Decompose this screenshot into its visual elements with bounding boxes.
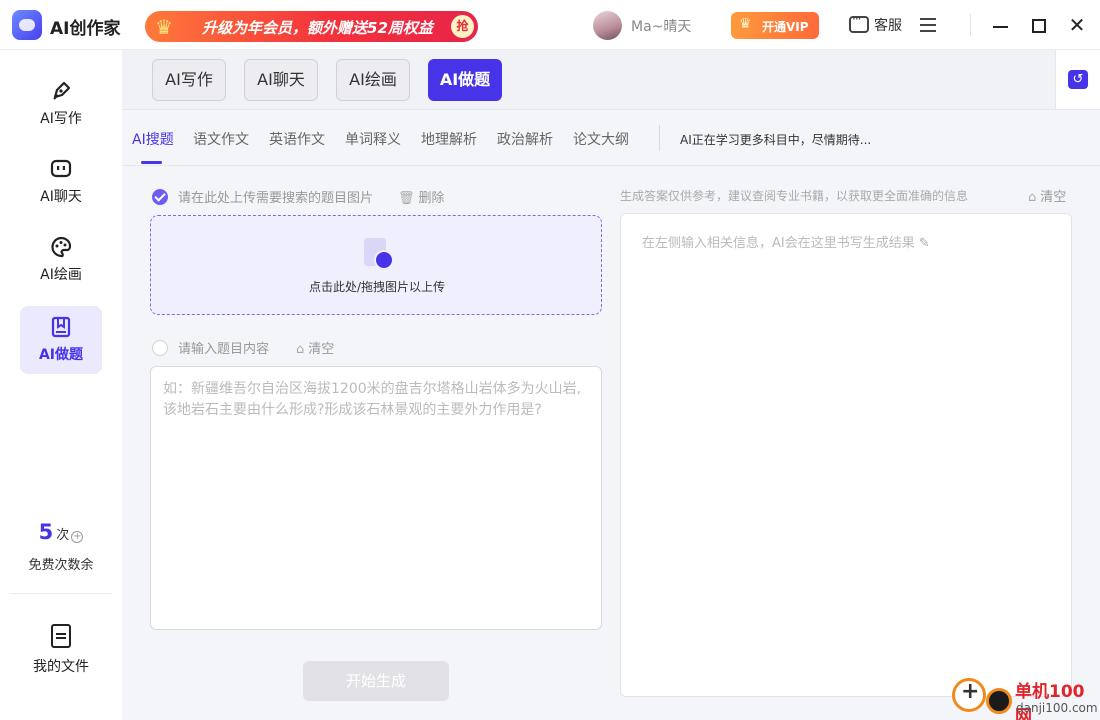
sidebar-item-ai-painting[interactable]: AI绘画 [20,226,102,294]
app-name: AI创作家 [50,19,121,39]
tab-ai-writing[interactable]: AI写作 [152,59,226,101]
app-logo-icon [12,10,42,40]
title-bar: AI创作家 ♛ 升级为年会员，额外赠送52周权益 抢 Ma~晴天 ♛ 开通VIP… [0,0,1100,50]
promo-banner[interactable]: ♛ 升级为年会员，额外赠送52周权益 抢 [145,11,478,42]
bookmark-book-icon [50,316,72,338]
pen-icon [50,80,72,102]
sidebar: AI写作 AI聊天 AI绘画 AI做题 5 次 + 免费次数余 我的文件 [0,50,122,720]
question-placeholder: 如：新疆维吾尔自治区海拔1200米的盘吉尔塔格山岩体多为火山岩,该地岩石主要由什… [163,381,582,418]
sidebar-item-label: AI写作 [40,111,82,127]
answer-disclaimer: 生成答案仅供参考，建议查阅专业书籍，以获取更全面准确的信息 [620,189,969,203]
text-option-radio[interactable] [152,340,168,356]
tab-ai-painting[interactable]: AI绘画 [336,59,410,101]
site-watermark: 单机100网 danji100.com [950,674,1100,720]
hamburger-menu-icon[interactable] [920,18,936,32]
subtab-word-definition[interactable]: 单词释义 [345,129,401,149]
clear-label: 清空 [1040,190,1067,205]
subject-tabs: AI搜题 语文作文 英语作文 单词释义 地理解析 政治解析 论文大纲 AI正在学… [122,110,1100,166]
free-count-value: 5 [38,520,54,544]
generate-button[interactable]: 开始生成 [303,661,449,701]
broom-icon: ⌂ [1028,190,1037,205]
sidebar-item-ai-writing[interactable]: AI写作 [20,70,102,138]
crown-icon: ♛ [155,15,173,39]
free-count: 5 次 + [0,520,122,544]
upload-hint: 点击此处/拖拽图片以上传 [308,280,446,294]
free-count-label: 免费次数余 [28,558,94,573]
divider [659,125,660,151]
clear-answer-button[interactable]: ⌂ 清空 [1028,186,1066,205]
close-window-button[interactable]: ✕ [1068,15,1086,35]
question-textarea[interactable]: 如：新疆维吾尔自治区海拔1200米的盘吉尔塔格山岩体多为火山岩,该地岩石主要由什… [150,366,602,630]
open-vip-button[interactable]: ♛ 开通VIP [731,12,819,39]
divider [970,14,971,36]
top-nav: AI写作 AI聊天 AI绘画 AI做题 [122,50,1055,110]
upload-image-icon [364,238,392,268]
open-vip-label: 开通VIP [762,20,809,34]
upload-option-label: 请在此处上传需要搜索的题目图片 [178,191,374,206]
answer-output-area[interactable]: 在左侧输入相关信息，AI会在这里书写生成结果 ✎ [620,213,1072,697]
watermark-logo-icon [952,678,986,712]
main-panel: 请在此处上传需要搜索的题目图片 🗑 删除 点击此处/拖拽图片以上传 请输入题目内容… [122,166,1100,720]
answer-placeholder-text: 在左侧输入相关信息，AI会在这里书写生成结果 [642,236,915,251]
upload-option-radio[interactable] [152,189,168,205]
tab-ai-homework[interactable]: AI做题 [428,59,502,101]
sidebar-item-label: AI做题 [38,347,84,363]
my-files-button[interactable]: 我的文件 [20,620,102,680]
return-icon: ↺ [1068,70,1088,89]
clear-label: 清空 [308,342,335,357]
clear-question-button[interactable]: ⌂ 清空 [296,338,334,357]
document-icon [51,624,71,648]
maximize-window-button[interactable] [1032,19,1046,33]
subjects-note: AI正在学习更多科目中，尽情期待... [680,133,872,147]
sidebar-item-ai-chat[interactable]: AI聊天 [20,148,102,216]
trash-icon: 🗑 [398,191,415,206]
delete-label: 删除 [418,191,445,206]
sidebar-item-label: AI聊天 [40,189,82,205]
subtab-chinese-essay[interactable]: 语文作文 [193,129,249,149]
free-count-unit: 次 [56,528,70,543]
chat-icon [50,158,72,180]
broom-icon: ⌂ [296,342,305,357]
chat-bubble-icon [849,12,869,33]
palette-icon [50,236,72,258]
promo-grab-badge: 抢 [451,15,474,38]
pencil-icon: ✎ [918,236,930,251]
customer-service-button[interactable]: 客服 [849,12,902,35]
subtab-geography[interactable]: 地理解析 [421,129,477,149]
delete-image-button[interactable]: 🗑 删除 [398,187,445,206]
divider [10,593,112,594]
image-upload-area[interactable]: 点击此处/拖拽图片以上传 [150,215,602,315]
subtab-politics[interactable]: 政治解析 [497,129,553,149]
active-tab-indicator [141,161,162,164]
tab-ai-chat[interactable]: AI聊天 [244,59,318,101]
subtab-english-essay[interactable]: 英语作文 [269,129,325,149]
customer-service-label: 客服 [874,18,902,34]
text-option-label: 请输入题目内容 [178,342,270,357]
username[interactable]: Ma~晴天 [631,16,691,36]
answer-placeholder: 在左侧输入相关信息，AI会在这里书写生成结果 ✎ [642,232,930,251]
minimize-window-button[interactable] [993,26,1008,28]
promo-text: 升级为年会员，额外赠送52周权益 [202,19,433,37]
add-count-icon[interactable]: + [71,531,84,543]
sidebar-item-label: AI绘画 [40,267,82,283]
my-files-label: 我的文件 [33,659,89,675]
subtab-ai-search[interactable]: AI搜题 [132,129,174,149]
back-button[interactable]: ↺ [1055,50,1100,110]
sidebar-item-ai-homework[interactable]: AI做题 [20,306,102,374]
avatar[interactable] [593,11,622,40]
watermark-ball-icon [986,688,1012,714]
crown-icon: ♛ [739,16,752,32]
subtab-thesis-outline[interactable]: 论文大纲 [573,129,629,149]
watermark-url: danji100.com [1016,701,1098,715]
